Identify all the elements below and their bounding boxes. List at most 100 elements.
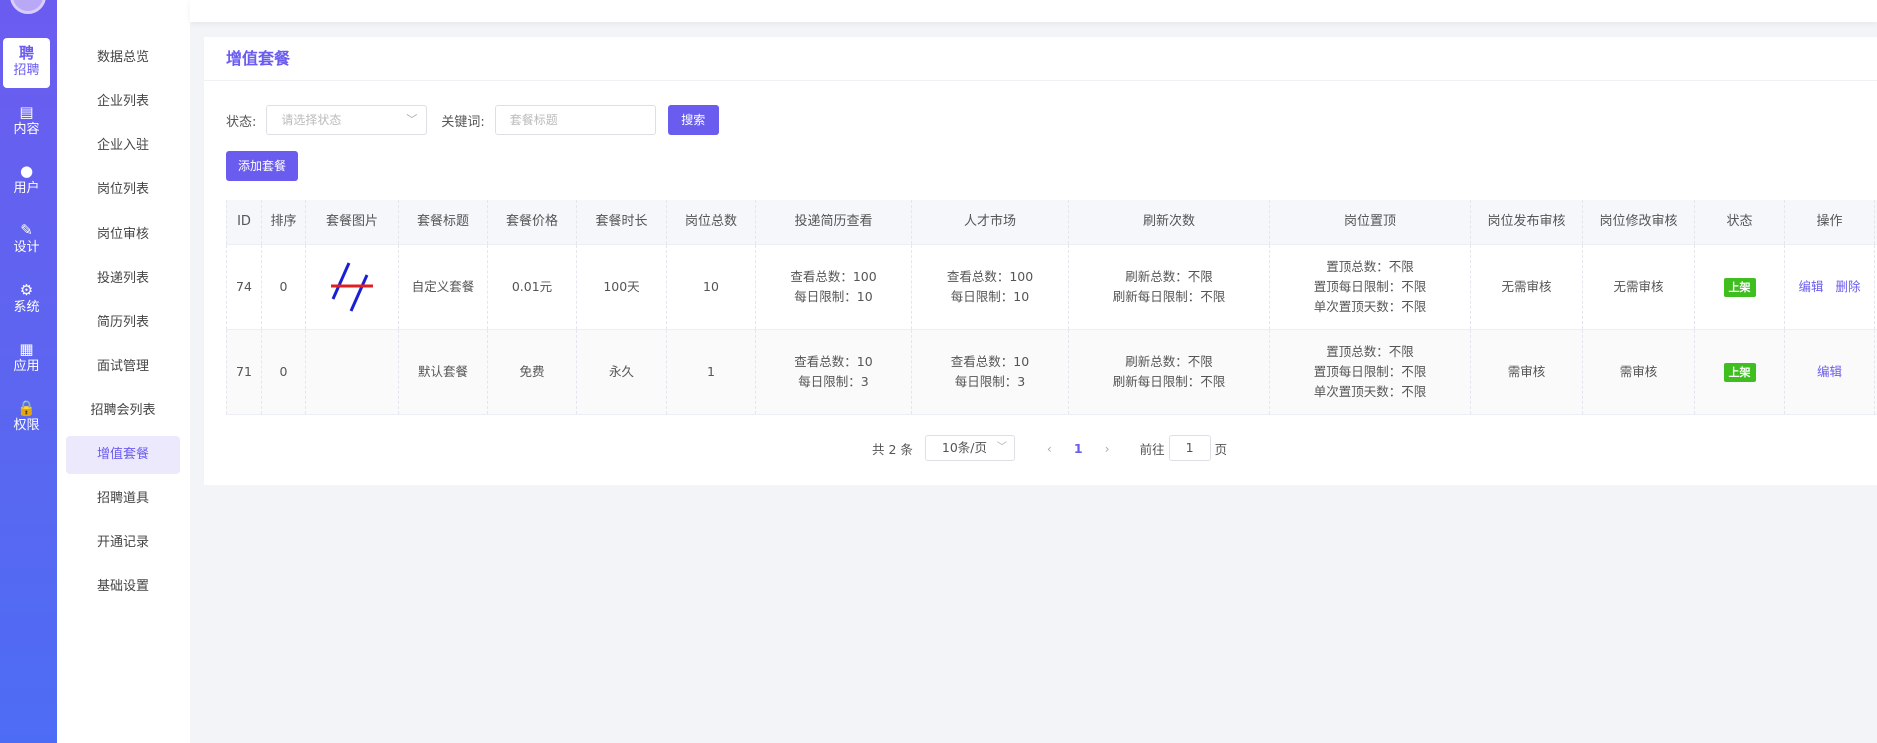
cell-title: 默认套餐 (399, 330, 488, 414)
cell-line: 刷新每日限制：不限 (1112, 374, 1226, 389)
col-header: 状态 (1695, 200, 1785, 244)
delete-link[interactable]: 删除 (1836, 277, 1861, 297)
user-icon: ● (19, 162, 34, 180)
submenu-item-base-settings[interactable]: 基础设置 (66, 568, 180, 606)
submenu-item-props[interactable]: 招聘道具 (66, 480, 180, 518)
nav-item-permission[interactable]: 🔒 权限 (3, 393, 50, 443)
submenu-item-overview[interactable]: 数据总览 (66, 39, 180, 77)
apps-icon: ▦ (19, 340, 34, 358)
document-icon: ▤ (19, 103, 34, 121)
col-header: 操作 (1785, 200, 1875, 244)
edit-link[interactable]: 编辑 (1798, 277, 1823, 297)
keyword-input[interactable]: 套餐标题 (494, 105, 656, 135)
brush-icon: ✎ (20, 221, 33, 239)
cell-line: 单次置顶天数：不限 (1313, 384, 1427, 399)
main-nav-bar: 聘 招聘 ▤ 内容 ● 用户 ✎ 设计 ⚙ 系统 ▦ 应用 🔒 权限 (0, 0, 57, 743)
nav-item-recruit[interactable]: 聘 招聘 (3, 38, 50, 88)
lock-icon: 🔒 (17, 399, 36, 417)
col-header: 排序 (262, 200, 306, 244)
submenu-item-interview[interactable]: 面试管理 (66, 348, 180, 386)
sub-menu: 数据总览 企业列表 企业入驻 岗位列表 岗位审核 投递列表 简历列表 面试管理 … (57, 0, 190, 743)
submenu-item-company-list[interactable]: 企业列表 (66, 83, 180, 121)
page-suffix: 页 (1214, 441, 1228, 457)
submenu-item-job-list[interactable]: 岗位列表 (66, 171, 180, 209)
cell-jobs: 10 (667, 245, 756, 329)
cell-line: 查看总数：10 (950, 354, 1030, 369)
nav-item-design[interactable]: ✎ 设计 (3, 215, 50, 265)
table-header: ID 排序 套餐图片 套餐标题 套餐价格 套餐时长 岗位总数 投递简历查看 人才… (226, 200, 1877, 245)
submenu-item-resume-list[interactable]: 简历列表 (66, 304, 180, 342)
edit-link[interactable]: 编辑 (1817, 362, 1842, 382)
submenu-item-job-fair[interactable]: 招聘会列表 (66, 392, 180, 430)
nav-item-content[interactable]: ▤ 内容 (3, 97, 50, 147)
nav-item-apps[interactable]: ▦ 应用 (3, 334, 50, 384)
status-badge[interactable]: 上架 (1723, 277, 1756, 297)
cell-top: 置顶总数：不限 置顶每日限制：不限 单次置顶天数：不限 (1270, 330, 1471, 414)
cell-price: 免费 (488, 330, 577, 414)
cell-line: 置顶总数：不限 (1326, 344, 1414, 359)
cell-talent: 查看总数：100 每日限制：10 (912, 245, 1069, 329)
chevron-down-icon: ﹀ (406, 113, 418, 126)
keyword-label: 关键词: (441, 114, 485, 130)
nav-item-label: 内容 (13, 122, 40, 137)
submenu-item-company-join[interactable]: 企业入驻 (66, 127, 180, 165)
cell-line: 单次置顶天数：不限 (1313, 299, 1427, 314)
cell-line: 每日限制：3 (798, 374, 869, 389)
cell-refresh: 刷新总数：不限 刷新每日限制：不限 (1069, 245, 1270, 329)
cell-title: 自定义套餐 (399, 245, 488, 329)
content-card: 增值套餐 状态: 请选择状态 ﹀ 关键词: 套餐标题 搜索 添加套餐 ID 排序… (204, 37, 1877, 485)
col-header: 刷新次数 (1069, 200, 1270, 244)
col-header: ID (226, 200, 262, 244)
col-header: 岗位置顶 (1270, 200, 1471, 244)
status-select[interactable]: 请选择状态 ﹀ (266, 105, 428, 135)
goto-label: 前往 (1139, 441, 1165, 457)
nav-item-system[interactable]: ⚙ 系统 (3, 275, 50, 325)
cell-talent: 查看总数：10 每日限制：3 (912, 330, 1069, 414)
package-table: ID 排序 套餐图片 套餐标题 套餐价格 套餐时长 岗位总数 投递简历查看 人才… (226, 200, 1877, 415)
cell-resume: 查看总数：100 每日限制：10 (756, 245, 912, 329)
nav-item-label: 招聘 (13, 63, 40, 78)
cell-line: 刷新总数：不限 (1125, 354, 1213, 369)
submenu-item-job-review[interactable]: 岗位审核 (66, 216, 180, 254)
status-badge[interactable]: 上架 (1723, 362, 1756, 382)
nav-item-label: 权限 (13, 418, 40, 433)
gear-icon: ⚙ (19, 281, 34, 299)
col-header: 套餐标题 (399, 200, 488, 244)
submenu-item-delivery-list[interactable]: 投递列表 (66, 260, 180, 298)
pagination: 共 2 条 10条/页 ﹀ ‹ 1 › 前往 1 页 (872, 435, 1227, 461)
cell-price: 0.01元 (488, 245, 577, 329)
cell-line: 每日限制：10 (794, 289, 873, 304)
nav-item-label: 系统 (13, 300, 40, 315)
next-page-icon[interactable]: › (1105, 441, 1110, 456)
cell-line: 刷新每日限制：不限 (1112, 289, 1226, 304)
nav-item-label: 用户 (13, 181, 40, 196)
nav-item-user[interactable]: ● 用户 (3, 156, 50, 206)
submenu-item-packages[interactable]: 增值套餐 (66, 436, 180, 474)
cell-line: 置顶每日限制：不限 (1313, 364, 1427, 379)
total-count: 共 2 条 (872, 441, 913, 457)
col-header: 套餐价格 (488, 200, 577, 244)
cell-sort: 0 (262, 245, 306, 329)
prev-page-icon[interactable]: ‹ (1047, 441, 1052, 456)
status-label: 状态: (226, 114, 257, 130)
submenu-item-open-records[interactable]: 开通记录 (66, 524, 180, 562)
cell-line: 置顶总数：不限 (1326, 259, 1414, 274)
cell-duration: 100天 (577, 245, 667, 329)
chevron-down-icon: ﹀ (996, 442, 1007, 453)
goto-page-input[interactable]: 1 (1168, 435, 1211, 461)
cell-modify-review: 需审核 (1583, 330, 1695, 414)
cell-actions: 编辑 删除 (1785, 245, 1875, 329)
cell-status: 上架 (1695, 245, 1785, 329)
cell-line: 置顶每日限制：不限 (1313, 279, 1427, 294)
cell-duration: 永久 (577, 330, 667, 414)
page-size-select[interactable]: 10条/页 ﹀ (924, 435, 1015, 461)
page-title: 增值套餐 (204, 37, 1877, 81)
add-package-button[interactable]: 添加套餐 (226, 151, 298, 181)
table-row: 74 0 自定义套餐 0.01元 100天 10 查看总数：100 每日限制：1… (226, 245, 1877, 330)
page-number-current[interactable]: 1 (1074, 441, 1083, 456)
cell-resume: 查看总数：10 每日限制：3 (756, 330, 912, 414)
cell-top: 置顶总数：不限 置顶每日限制：不限 单次置顶天数：不限 (1270, 245, 1471, 329)
nav-item-label: 设计 (13, 240, 40, 255)
search-button[interactable]: 搜索 (667, 105, 719, 135)
cell-actions: 编辑 (1785, 330, 1875, 414)
